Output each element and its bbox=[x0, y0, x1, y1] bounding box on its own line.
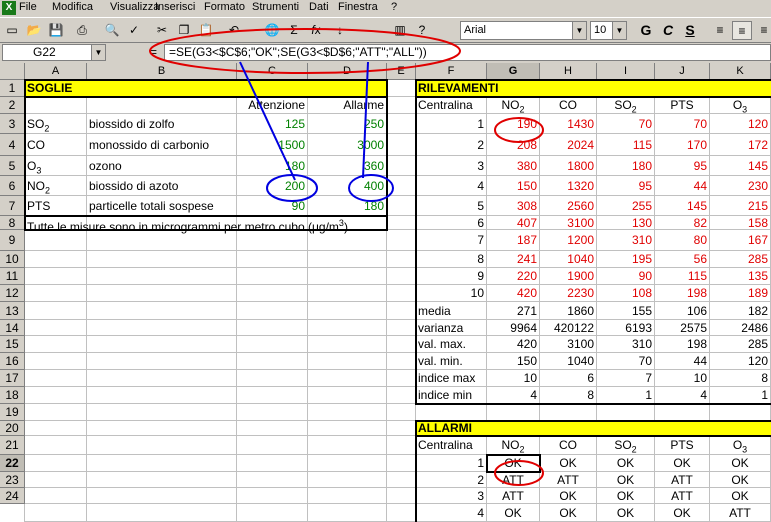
column-header-h[interactable]: H bbox=[540, 63, 597, 80]
bold-button[interactable]: G bbox=[636, 21, 656, 40]
column-header-c[interactable]: C bbox=[237, 63, 308, 80]
cut-icon[interactable]: ✂ bbox=[152, 21, 172, 40]
row-header-10[interactable]: 10 bbox=[0, 251, 25, 268]
underline-button[interactable]: S bbox=[680, 21, 700, 40]
row-header-4[interactable]: 4 bbox=[0, 134, 25, 156]
row-header-11[interactable]: 11 bbox=[0, 268, 25, 285]
undo-icon[interactable]: ↶ bbox=[224, 21, 244, 40]
column-header-j[interactable]: J bbox=[655, 63, 710, 80]
menu-modifica[interactable]: Modifica bbox=[52, 1, 93, 13]
spelling-icon[interactable]: ✓ bbox=[124, 21, 144, 40]
column-header-f[interactable]: F bbox=[416, 63, 487, 80]
sort-icon[interactable]: ↓ bbox=[330, 21, 350, 40]
row-header-17[interactable]: 17 bbox=[0, 370, 25, 387]
row-header-3[interactable]: 3 bbox=[0, 114, 25, 134]
spreadsheet-grid[interactable]: A B C D E F G H I J K 1 2 3 4 5 6 7 8 9 10 11 12 13 14 15 16 17 18 19… bbox=[0, 63, 771, 522]
column-header-i[interactable]: I bbox=[597, 63, 655, 80]
formula-bar: G22 ▼ = =SE(G3<$C$6;"OK";SE(G3<$D$6;"ATT"… bbox=[0, 43, 771, 63]
name-box[interactable]: G22 ▼ bbox=[2, 44, 106, 61]
column-header-e[interactable]: E bbox=[387, 63, 416, 80]
chevron-down-icon[interactable]: ▼ bbox=[572, 22, 586, 39]
chevron-down-icon[interactable]: ▼ bbox=[91, 45, 105, 60]
menu-strumenti[interactable]: Strumenti bbox=[252, 1, 299, 13]
row-header-5[interactable]: 5 bbox=[0, 156, 25, 176]
select-all-corner[interactable] bbox=[0, 63, 25, 80]
row-header-1[interactable]: 1 bbox=[0, 80, 25, 97]
font-name-select[interactable]: Arial ▼ bbox=[460, 21, 587, 40]
column-header-g[interactable]: G bbox=[487, 63, 540, 80]
table-rule bbox=[25, 215, 387, 217]
row-header-24[interactable]: 24 bbox=[0, 488, 25, 504]
column-header-a[interactable]: A bbox=[25, 63, 87, 80]
menu-help[interactable]: ? bbox=[391, 1, 397, 13]
column-header-k[interactable]: K bbox=[710, 63, 771, 80]
menu-dati[interactable]: Dati bbox=[309, 1, 329, 13]
row-header-7[interactable]: 7 bbox=[0, 196, 25, 216]
toolbar: ▭ 📂 💾 ⎙ 🔍 ✓ ✂ ❐ 📋 ↶ 🌐 Σ fx ↓ ▥ ? Arial ▼ … bbox=[0, 17, 771, 43]
align-center-icon[interactable]: ≡ bbox=[732, 21, 752, 40]
font-size-value: 10 bbox=[594, 24, 607, 36]
menu-visualizza[interactable]: Visualizza bbox=[110, 1, 159, 13]
row-header-22[interactable]: 22 bbox=[0, 455, 25, 472]
help-icon[interactable]: ? bbox=[412, 21, 432, 40]
name-box-value: G22 bbox=[33, 45, 56, 59]
table-rule bbox=[25, 96, 387, 98]
table-rule bbox=[416, 435, 771, 437]
open-folder-icon[interactable]: 📂 bbox=[24, 21, 44, 40]
menu-formato[interactable]: Formato bbox=[204, 1, 245, 13]
row-header-9[interactable]: 9 bbox=[0, 230, 25, 251]
row-header-21[interactable]: 21 bbox=[0, 436, 25, 455]
row-header-18[interactable]: 18 bbox=[0, 387, 25, 404]
print-icon[interactable]: ⎙ bbox=[72, 21, 92, 40]
table-rule bbox=[416, 96, 771, 98]
align-right-icon[interactable]: ≡ bbox=[754, 21, 771, 40]
italic-button[interactable]: C bbox=[658, 21, 678, 40]
row-header-2[interactable]: 2 bbox=[0, 97, 25, 114]
column-header-b[interactable]: B bbox=[87, 63, 237, 80]
font-name-value: Arial bbox=[464, 24, 487, 36]
new-file-icon[interactable]: ▭ bbox=[2, 21, 22, 40]
row-header-20[interactable]: 20 bbox=[0, 421, 25, 436]
active-cell-g22[interactable] bbox=[486, 454, 541, 473]
row-header-12[interactable]: 12 bbox=[0, 285, 25, 302]
autosum-icon[interactable]: Σ bbox=[284, 21, 304, 40]
menu-file[interactable]: File bbox=[19, 1, 37, 13]
menu-finestra[interactable]: Finestra bbox=[338, 1, 378, 13]
row-header-14[interactable]: 14 bbox=[0, 320, 25, 336]
print-preview-icon[interactable]: 🔍 bbox=[102, 21, 122, 40]
row-header-15[interactable]: 15 bbox=[0, 336, 25, 353]
hyperlink-icon[interactable]: 🌐 bbox=[262, 21, 282, 40]
font-size-select[interactable]: 10 ▼ bbox=[590, 21, 627, 40]
align-left-icon[interactable]: ≡ bbox=[710, 21, 730, 40]
rilevamenti-border bbox=[415, 79, 771, 405]
row-header-19[interactable]: 19 bbox=[0, 404, 25, 421]
soglie-border bbox=[24, 79, 388, 231]
menu-bar: X File Modifica Visualizza Inserisci Formato… bbox=[0, 0, 771, 17]
chevron-down-icon[interactable]: ▼ bbox=[612, 22, 626, 39]
row-header-13[interactable]: 13 bbox=[0, 302, 25, 320]
formula-input[interactable]: =SE(G3<$C$6;"OK";SE(G3<$D$6;"ATT";"ALL")… bbox=[164, 44, 771, 61]
column-header-d[interactable]: D bbox=[308, 63, 387, 80]
row-header-6[interactable]: 6 bbox=[0, 176, 25, 196]
row-header-23[interactable]: 23 bbox=[0, 472, 25, 488]
menu-inserisci[interactable]: Inserisci bbox=[155, 1, 195, 13]
function-icon[interactable]: fx bbox=[306, 21, 326, 40]
row-header-16[interactable]: 16 bbox=[0, 353, 25, 370]
row-header-8[interactable]: 8 bbox=[0, 216, 25, 230]
copy-icon[interactable]: ❐ bbox=[174, 21, 194, 40]
chart-wizard-icon[interactable]: ▥ bbox=[390, 21, 410, 40]
formula-equals-icon[interactable]: = bbox=[150, 45, 157, 59]
save-icon[interactable]: 💾 bbox=[46, 21, 66, 40]
paste-icon[interactable]: 📋 bbox=[196, 21, 216, 40]
excel-app-icon[interactable]: X bbox=[2, 1, 16, 15]
